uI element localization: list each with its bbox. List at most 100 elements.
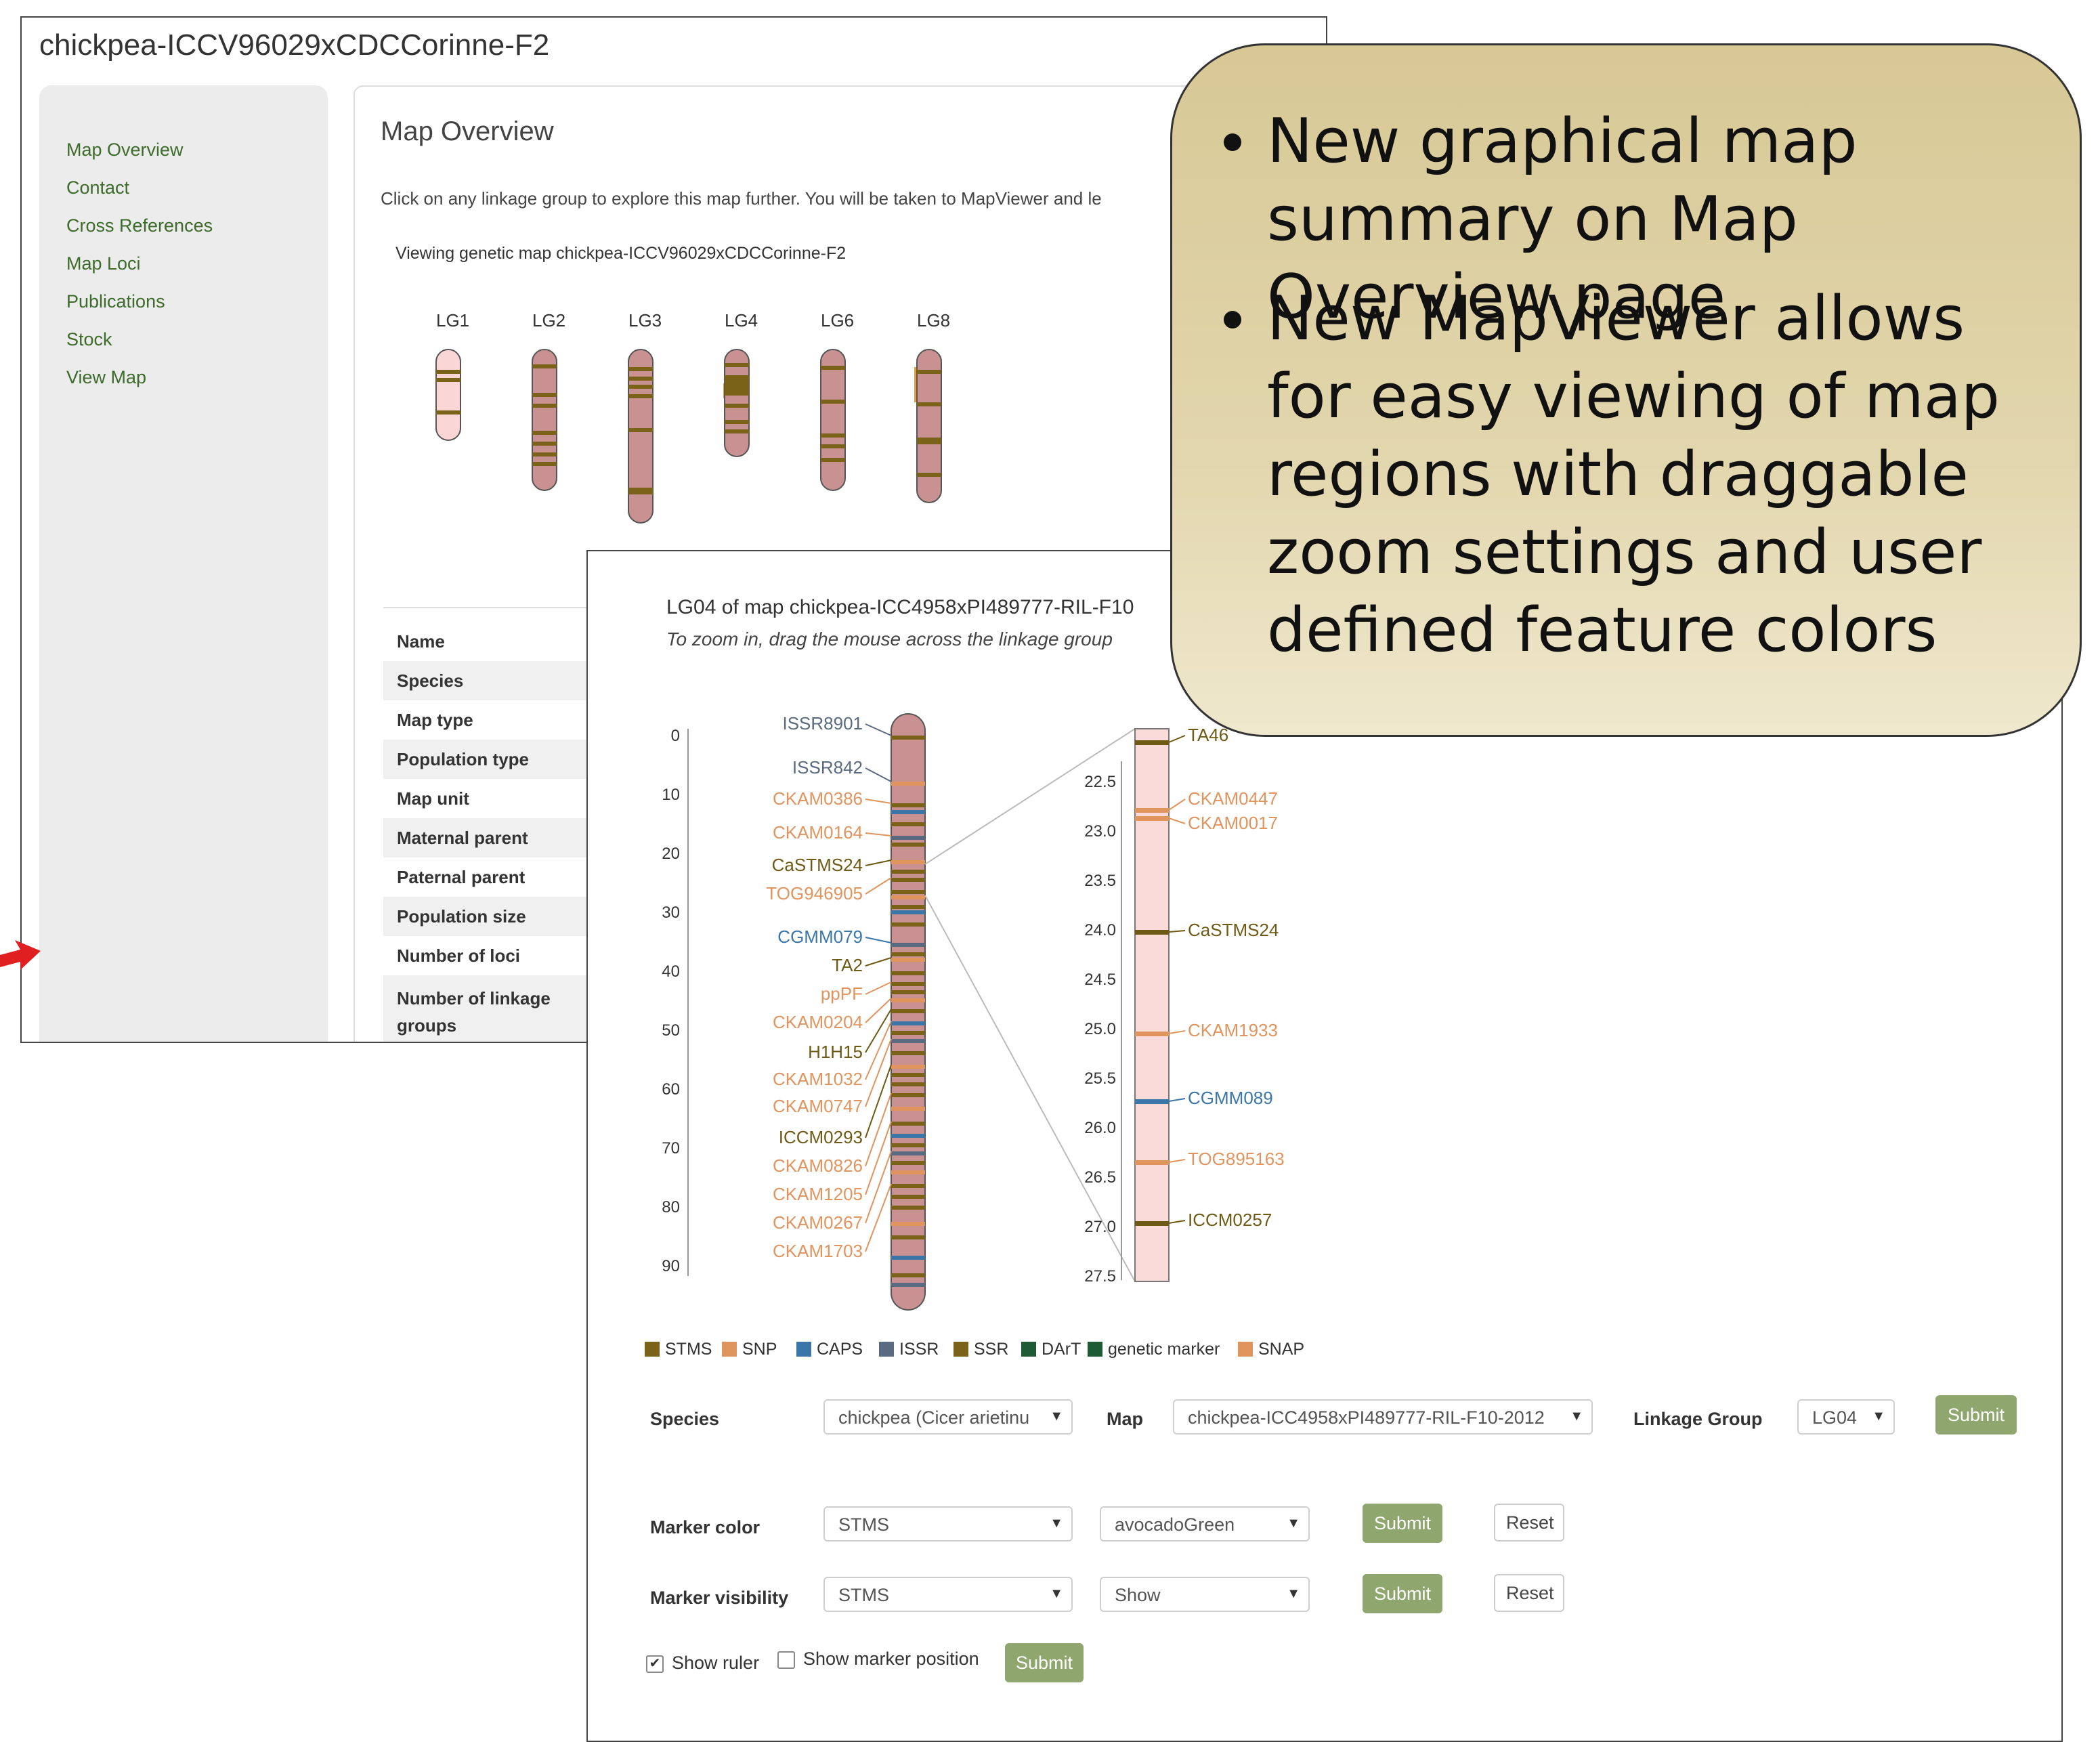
sidebar-item-view-map[interactable]: View Map (66, 367, 146, 388)
marker-band (891, 922, 925, 927)
marker-leader-line (865, 937, 892, 943)
marker-band (891, 1184, 925, 1188)
marker-label[interactable]: CKAM0386 (773, 788, 863, 809)
sidebar-item-contact[interactable]: Contact (66, 177, 129, 198)
marker-band (891, 952, 925, 956)
linkage-group-summary (435, 349, 942, 524)
lg2-chromosome[interactable] (532, 349, 557, 491)
marker-band (891, 1134, 925, 1138)
species-label: Species (650, 1409, 720, 1429)
marker-leader-line (865, 1064, 892, 1139)
marker-visibility-type-select[interactable]: STMS ▼ (823, 1577, 1073, 1612)
submit-visibility-button[interactable]: Submit (1363, 1574, 1442, 1613)
linkage-group-label: Linkage Group (1633, 1409, 1763, 1429)
lg1-chromosome[interactable] (435, 349, 461, 441)
reset-color-button[interactable]: Reset (1494, 1504, 1564, 1542)
left-axis-tick: 40 (662, 962, 680, 981)
marker-label[interactable]: ICCM0293 (779, 1127, 863, 1147)
marker-band (891, 1107, 925, 1111)
linkage-group-select[interactable]: LG04 ▼ (1797, 1399, 1895, 1435)
lg4-chromosome[interactable] (723, 349, 750, 457)
zoomed-marker-band (1135, 1032, 1169, 1036)
map-select[interactable]: chickpea-ICC4958xPI489777-RIL-F10-2012 ▼ (1173, 1399, 1593, 1435)
marker-label[interactable]: CKAM1205 (773, 1184, 863, 1204)
marker-label[interactable]: CKAM0747 (773, 1096, 863, 1116)
submit-map-button[interactable]: Submit (1935, 1395, 2017, 1435)
species-select[interactable]: chickpea (Cicer arietinu ▼ (823, 1399, 1073, 1435)
marker-band (891, 803, 925, 807)
right-axis-tick: 27.5 (1084, 1267, 1116, 1286)
marker-leader-line (865, 998, 892, 1023)
marker-band (891, 943, 925, 947)
marker-visibility-value-select[interactable]: Show ▼ (1100, 1577, 1310, 1612)
marker-band (891, 1082, 925, 1086)
right-axis-tick: 23.0 (1084, 822, 1116, 841)
marker-label[interactable]: CGMM089 (1188, 1088, 1273, 1108)
reset-visibility-button[interactable]: Reset (1494, 1574, 1564, 1612)
lg3-chromosome[interactable] (628, 349, 653, 524)
overview-description: Click on any linkage group to explore th… (381, 188, 1102, 209)
marker-label[interactable]: ICCM0257 (1188, 1210, 1272, 1230)
marker-band (891, 860, 925, 864)
legend-label: DArT (1042, 1340, 1081, 1359)
marker-band (891, 736, 925, 740)
marker-label[interactable]: ppPF (821, 983, 863, 1004)
marker-label[interactable]: H1H15 (808, 1042, 863, 1062)
legend-label: SSR (974, 1340, 1009, 1359)
marker-band (891, 822, 925, 826)
marker-label[interactable]: TOG895163 (1188, 1149, 1285, 1169)
lg8-chromosome[interactable] (914, 349, 942, 503)
marker-label[interactable]: CKAM1933 (1188, 1020, 1278, 1040)
marker-band (891, 1021, 925, 1025)
marker-label[interactable]: CKAM0826 (773, 1155, 863, 1176)
sidebar-item-publications[interactable]: Publications (66, 291, 165, 312)
marker-leader-line (1168, 799, 1186, 811)
marker-color-value-select[interactable]: avocadoGreen ▼ (1100, 1506, 1310, 1542)
left-axis-tick: 10 (662, 786, 680, 804)
marker-label[interactable]: TA2 (832, 955, 863, 975)
marker-label[interactable]: CKAM1703 (773, 1241, 863, 1261)
lg-label: LG3 (628, 310, 662, 331)
lg6-chromosome[interactable] (820, 349, 846, 491)
marker-label[interactable]: ISSR842 (792, 757, 863, 778)
sidebar-item-stock[interactable]: Stock (66, 329, 112, 350)
chevron-down-icon: ▼ (1050, 1586, 1063, 1601)
show-ruler-checkbox[interactable]: ✔ (646, 1655, 664, 1673)
marker-label[interactable]: TOG946905 (766, 883, 863, 904)
marker-label[interactable]: CKAM0017 (1188, 813, 1278, 833)
right-axis-tick: 26.0 (1084, 1119, 1116, 1137)
marker-leader-line (865, 832, 892, 836)
marker-band (891, 910, 925, 914)
left-axis-tick: 90 (662, 1257, 680, 1275)
marker-leader-line (1168, 735, 1186, 743)
marker-label[interactable]: CaSTMS24 (1188, 920, 1279, 940)
marker-label[interactable]: CKAM0447 (1188, 788, 1278, 809)
left-axis-tick: 80 (662, 1198, 680, 1216)
submit-display-button[interactable]: Submit (1005, 1643, 1084, 1682)
marker-label[interactable]: CKAM0164 (773, 822, 863, 843)
red-arrow-icon (0, 940, 41, 970)
marker-band (891, 782, 925, 786)
legend-item: ISSR (879, 1340, 939, 1359)
show-marker-position-checkbox[interactable] (777, 1651, 795, 1669)
marker-leader-line (1168, 930, 1186, 933)
marker-label[interactable]: TA46 (1188, 725, 1228, 745)
marker-label[interactable]: CGMM079 (777, 927, 863, 947)
viewing-map-label: Viewing genetic map chickpea-ICCV96029xC… (395, 244, 847, 263)
sidebar-item-map-overview[interactable]: Map Overview (66, 140, 184, 161)
marker-color-type-select[interactable]: STMS ▼ (823, 1506, 1073, 1542)
marker-label[interactable]: CaSTMS24 (772, 855, 863, 875)
marker-label[interactable]: CKAM0204 (773, 1012, 863, 1032)
marker-label[interactable]: CKAM1032 (773, 1069, 863, 1089)
zoomed-marker-band (1135, 1221, 1169, 1226)
marker-band (891, 1009, 925, 1013)
legend-item: SNP (722, 1340, 777, 1359)
submit-color-button[interactable]: Submit (1363, 1504, 1442, 1543)
marker-label[interactable]: ISSR8901 (782, 713, 863, 734)
sidebar-item-cross-references[interactable]: Cross References (66, 215, 213, 236)
marker-band (891, 1122, 925, 1126)
field-number-of-linkage-groups: Number of linkage groups (383, 975, 600, 1042)
marker-band (891, 870, 925, 874)
marker-label[interactable]: CKAM0267 (773, 1212, 863, 1233)
sidebar-item-map-loci[interactable]: Map Loci (66, 253, 141, 274)
